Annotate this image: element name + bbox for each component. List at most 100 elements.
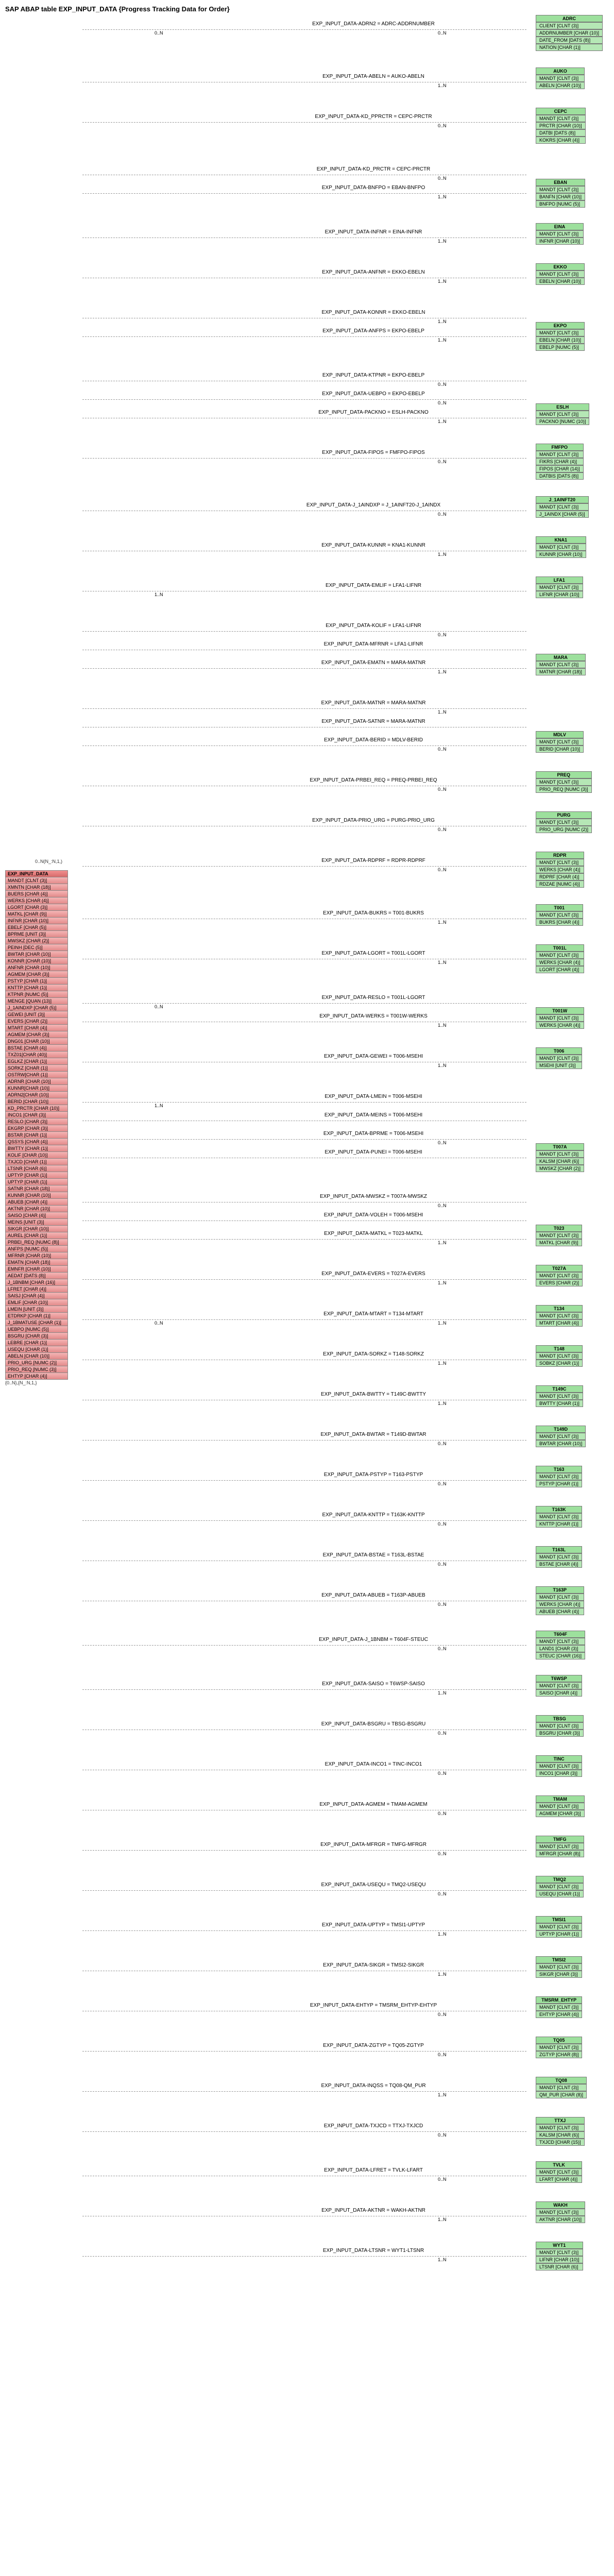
source-field: MENGE [QUAN (13)]: [5, 997, 68, 1005]
target-field: EHTYP [CHAR (4)]: [536, 2011, 582, 2018]
target-entity: TMSRM_EHTYPMANDT [CLNT (3)]EHTYP [CHAR (…: [536, 1996, 582, 2018]
source-field: BERID [CHAR (10)]: [5, 1098, 68, 1105]
target-field: MANDT [CLNT (3)]: [536, 451, 584, 458]
target-field: MANDT [CLNT (3)]: [536, 738, 584, 745]
target-field: MANDT [CLNT (3)]: [536, 778, 592, 786]
edge-label: EXP_INPUT_DATA-ANFPS = EKPO-EBELP: [237, 328, 510, 334]
source-field: PRIO_URG [NUMC (2)]: [5, 1359, 68, 1366]
cardinality-right: 0..N: [438, 1602, 447, 1607]
target-field: BUKRS [CHAR (4)]: [536, 919, 583, 926]
target-header: EKKO: [536, 263, 585, 270]
edge-label: EXP_INPUT_DATA-EMATN = MARA-MATNR: [237, 660, 510, 666]
target-entity: TMSI1MANDT [CLNT (3)]UPTYP [CHAR (1)]: [536, 1916, 582, 1938]
target-header: KNA1: [536, 536, 586, 544]
cardinality-right: 1..N: [438, 1280, 447, 1285]
target-field: MANDT [CLNT (3)]: [536, 661, 586, 668]
page-title: SAP ABAP table EXP_INPUT_DATA {Progress …: [5, 5, 614, 13]
target-field: MANDT [CLNT (3)]: [536, 1682, 582, 1689]
target-entity: PURGMANDT [CLNT (3)]PRIO_URG [NUMC (2)]: [536, 811, 592, 833]
target-field: WERKS [CHAR (4)]: [536, 1601, 584, 1608]
target-field: MSEHI [UNIT (3)]: [536, 1062, 582, 1069]
target-entity: T149CMANDT [CLNT (3)]BWTTY [CHAR (1)]: [536, 1385, 583, 1407]
target-entity: TMQ2MANDT [CLNT (3)]USEQU [CHAR (1)]: [536, 1876, 584, 1897]
edge-label: EXP_INPUT_DATA-KONNR = EKKO-EBELN: [237, 310, 510, 315]
source-field: EGLKZ [CHAR (1)]: [5, 1058, 68, 1065]
edge-label: EXP_INPUT_DATA-KTPNR = EKPO-EBELP: [237, 372, 510, 378]
target-header: T163L: [536, 1546, 582, 1553]
edge-label: EXP_INPUT_DATA-LFRET = TVLK-LFART: [237, 2167, 510, 2173]
target-entity: ADRCCLIENT [CLNT (3)]ADDRNUMBER [CHAR (1…: [536, 15, 603, 51]
edge-label: EXP_INPUT_DATA-MFRNR = LFA1-LIFNR: [237, 641, 510, 647]
target-field: MANDT [CLNT (3)]: [536, 1433, 586, 1440]
target-header: RDPR: [536, 852, 584, 859]
target-field: MANDT [CLNT (3)]: [536, 819, 592, 826]
target-entity: MDLVMANDT [CLNT (3)]BERID [CHAR (10)]: [536, 731, 584, 753]
edge-label: EXP_INPUT_DATA-RDPRF = RDPR-RDPRF: [237, 858, 510, 863]
target-entity: PREQMANDT [CLNT (3)]PRIO_REQ [NUMC (3)]: [536, 771, 592, 793]
edge-label: EXP_INPUT_DATA-ABELN = AUKO-ABELN: [237, 74, 510, 79]
edge-label: EXP_INPUT_DATA-ZGTYP = TQ05-ZGTYP: [237, 2043, 510, 2048]
edge-label: EXP_INPUT_DATA-SAISO = T6WSP-SAISO: [237, 1681, 510, 1687]
target-header: TQ08: [536, 2077, 587, 2084]
target-field: MANDT [CLNT (3)]: [536, 1803, 585, 1810]
target-field: SIKGR [CHAR (3)]: [536, 1971, 582, 1978]
source-field: LFRET [CHAR (4)]: [5, 1285, 68, 1293]
cardinality-left: 0..N: [155, 1320, 163, 1326]
cardinality-right: 1..N: [438, 2217, 447, 2222]
target-header: T149D: [536, 1426, 586, 1433]
edge-label: EXP_INPUT_DATA-INQSS = TQ08-QM_PUR: [237, 2083, 510, 2089]
edge-label: EXP_INPUT_DATA-UEBPO = EKPO-EBELP: [237, 391, 510, 397]
target-field: LIFNR [CHAR (10)]: [536, 591, 583, 598]
target-field: MANDT [CLNT (3)]: [536, 544, 586, 551]
cardinality-right: 0..N: [438, 459, 447, 464]
target-field: MANDT [CLNT (3)]: [536, 1923, 582, 1930]
target-entity: TINCMANDT [CLNT (3)]INCO1 [CHAR (3)]: [536, 1755, 582, 1777]
target-field: TXJCD [CHAR (15)]: [536, 2139, 585, 2146]
target-header: T001: [536, 904, 583, 911]
target-field: CLIENT [CLNT (3)]: [536, 22, 603, 29]
target-header: ESLH: [536, 403, 589, 411]
target-field: MATKL [CHAR (9)]: [536, 1239, 582, 1246]
target-entity: MARAMANDT [CLNT (3)]MATNR [CHAR (18)]: [536, 654, 586, 675]
target-field: PRIO_REQ [NUMC (3)]: [536, 786, 592, 793]
target-field: EVERS [CHAR (2)]: [536, 1279, 583, 1286]
target-field: BNFPO [NUMC (5)]: [536, 200, 585, 208]
cardinality-right: 1..N: [438, 239, 447, 244]
target-field: ABELN [CHAR (10)]: [536, 82, 585, 89]
target-field: LTSNR [CHAR (6)]: [536, 2263, 583, 2270]
target-header: WYT1: [536, 2242, 583, 2249]
target-field: MANDT [CLNT (3)]: [536, 411, 589, 418]
edge-label: EXP_INPUT_DATA-PRBEI_REQ = PREQ-PRBEI_RE…: [237, 777, 510, 783]
target-entity: T007AMANDT [CLNT (3)]KALSM [CHAR (6)]MWS…: [536, 1143, 584, 1172]
edge-label: EXP_INPUT_DATA-PUNEI = T006-MSEHI: [237, 1149, 510, 1155]
target-header: TMAM: [536, 1795, 585, 1803]
target-field: INCO1 [CHAR (3)]: [536, 1770, 582, 1777]
source-field: PRBEI_REQ [NUMC (8)]: [5, 1239, 68, 1246]
source-field: OSTRW[CHAR (1)]: [5, 1071, 68, 1078]
edge-label: EXP_INPUT_DATA-BERID = MDLV-BERID: [237, 737, 510, 743]
target-header: CEPC: [536, 108, 586, 115]
source-field: TXZ01[CHAR (40)]: [5, 1051, 68, 1058]
target-field: LGORT [CHAR (4)]: [536, 966, 584, 973]
target-header: TMQ2: [536, 1876, 584, 1883]
target-entity: T163KMANDT [CLNT (3)]KNTTP [CHAR (1)]: [536, 1506, 582, 1528]
cardinality-left: 0..N: [155, 30, 163, 36]
edge-label: EXP_INPUT_DATA-KNTTP = T163K-KNTTP: [237, 1512, 510, 1518]
target-header: EKPO: [536, 322, 585, 329]
target-entity: T149DMANDT [CLNT (3)]BWTAR [CHAR (10)]: [536, 1426, 586, 1447]
source-field: BWTAR [CHAR (10)]: [5, 951, 68, 958]
target-entity: WAKHMANDT [CLNT (3)]AKTNR [CHAR (10)]: [536, 2201, 585, 2223]
source-field: USEQU [CHAR (1)]: [5, 1346, 68, 1353]
source-field: LEBRE [CHAR (1)]: [5, 1339, 68, 1346]
target-field: MANDT [CLNT (3)]: [536, 1232, 582, 1239]
source-bottom-card: {0..N},{N_:N,1,}: [5, 1380, 68, 1385]
source-field: J_1BMATUSE [CHAR (1)]: [5, 1319, 68, 1326]
source-field: BWTTY [CHAR (1)]: [5, 1145, 68, 1152]
target-field: MANDT [CLNT (3)]: [536, 1762, 582, 1770]
source-field: ADRNR [CHAR (10)]: [5, 1078, 68, 1085]
edge-label: EXP_INPUT_DATA-SORKZ = T148-SORKZ: [237, 1351, 510, 1357]
target-field: KUNNR [CHAR (10)]: [536, 551, 586, 558]
target-entity: EBANMANDT [CLNT (3)]BANFN [CHAR (10)]BNF…: [536, 179, 585, 208]
cardinality-right: 0..N: [438, 1811, 447, 1816]
target-header: ADRC: [536, 15, 603, 22]
